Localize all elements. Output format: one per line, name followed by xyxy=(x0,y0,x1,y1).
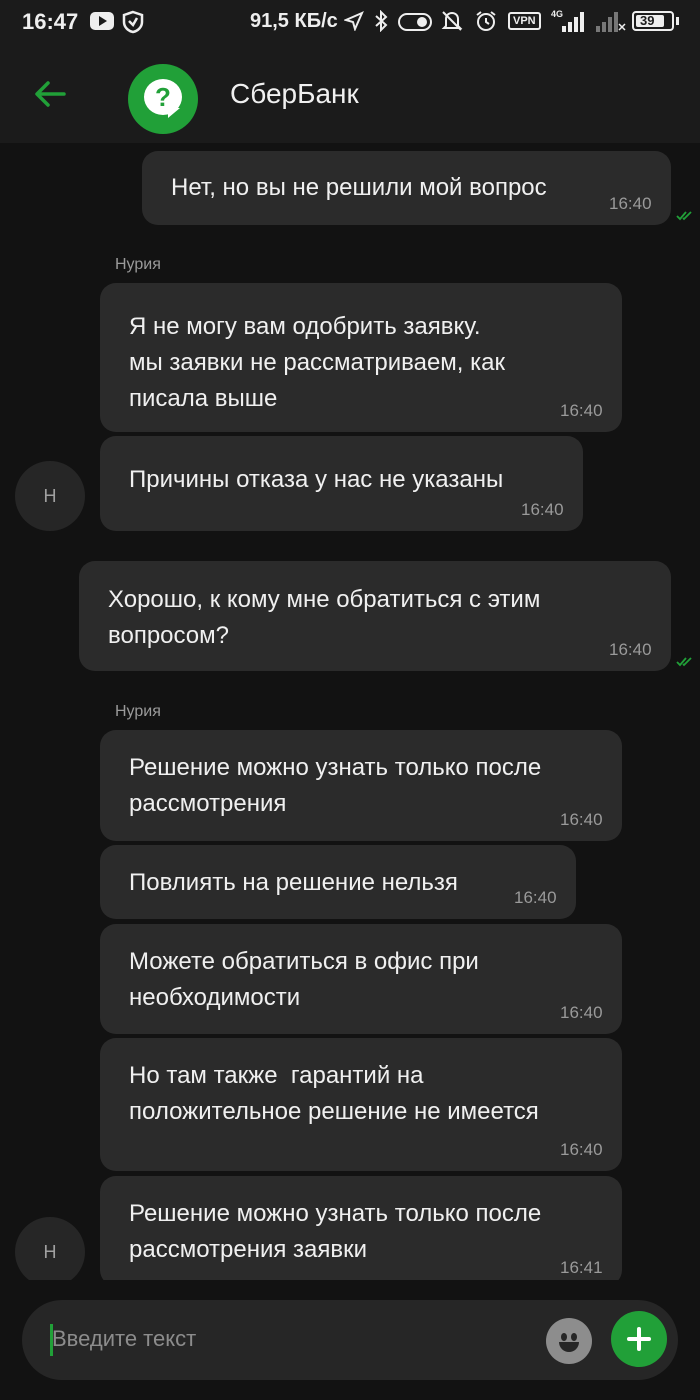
sberbank-logo-avatar[interactable]: ? xyxy=(128,64,198,134)
status-time: 16:47 xyxy=(22,9,79,34)
message-time: 16:40 xyxy=(560,401,603,420)
sender-name: Нурия xyxy=(115,256,161,273)
incoming-message[interactable]: Но там также гарантий на положительное р… xyxy=(100,1038,622,1171)
network-speed: 91,5 КБ/с xyxy=(250,10,338,32)
message-list[interactable]: Нет, но вы не решили мой вопрос 16:40 Ну… xyxy=(0,143,700,1280)
incoming-message[interactable]: Решение можно узнать только после рассмо… xyxy=(100,1176,622,1280)
chat-title[interactable]: СберБанк xyxy=(230,78,359,110)
battery-icon: 39 xyxy=(632,11,674,31)
youtube-icon xyxy=(90,12,114,30)
read-ticks-icon xyxy=(676,211,692,221)
vpn-badge: VPN xyxy=(508,12,541,30)
message-input-placeholder: Введите текст xyxy=(52,1326,197,1351)
incoming-message[interactable]: Решение можно узнать только после рассмо… xyxy=(100,730,622,841)
composer-bar: Введите текст xyxy=(0,1280,700,1400)
emoji-icon[interactable] xyxy=(546,1318,592,1364)
message-text: Повлиять на решение нельзя xyxy=(129,869,458,896)
signal-icon xyxy=(562,12,584,32)
shield-icon xyxy=(122,10,144,34)
add-attachment-button[interactable] xyxy=(611,1311,667,1367)
message-time: 16:40 xyxy=(521,500,564,519)
message-time: 16:40 xyxy=(560,810,603,829)
message-input[interactable]: Введите текст xyxy=(22,1300,678,1380)
message-time: 16:41 xyxy=(560,1258,603,1277)
bluetooth-icon xyxy=(375,10,388,32)
incoming-message[interactable]: Причины отказа у нас не указаны 16:40 xyxy=(100,436,583,531)
agent-avatar[interactable]: Н xyxy=(15,1217,85,1280)
message-time: 16:40 xyxy=(609,640,652,659)
message-text: Можете обратиться в офис при необходимос… xyxy=(129,948,479,1011)
incoming-message[interactable]: Я не могу вам одобрить заявку. мы заявки… xyxy=(100,283,622,432)
read-ticks-icon xyxy=(676,657,692,667)
back-arrow-icon[interactable] xyxy=(30,74,70,114)
message-text: Хорошо, к кому мне обратиться с этим воп… xyxy=(108,586,541,649)
message-text: Но там также гарантий на положительное р… xyxy=(129,1062,539,1125)
message-text: Я не могу вам одобрить заявку. мы заявки… xyxy=(129,313,506,412)
message-text: Нет, но вы не решили мой вопрос xyxy=(171,174,547,201)
agent-avatar[interactable]: Н xyxy=(15,461,85,531)
toggle-icon xyxy=(398,13,432,31)
message-time: 16:40 xyxy=(514,888,557,907)
message-time: 16:40 xyxy=(560,1140,603,1159)
message-text: Причины отказа у нас не указаны xyxy=(129,466,504,493)
message-time: 16:40 xyxy=(609,194,652,213)
chat-header: ? СберБанк xyxy=(0,44,700,143)
outgoing-message[interactable]: Нет, но вы не решили мой вопрос 16:40 xyxy=(142,151,671,225)
status-bar: 16:47 91,5 КБ/с VPN 4G 39 xyxy=(0,0,700,44)
outgoing-message[interactable]: Хорошо, к кому мне обратиться с этим воп… xyxy=(79,561,671,671)
question-mark-icon: ? xyxy=(155,82,171,112)
alarm-icon xyxy=(476,11,496,31)
signal-icon-2 xyxy=(596,12,626,32)
mute-icon xyxy=(441,11,463,31)
incoming-message[interactable]: Можете обратиться в офис при необходимос… xyxy=(100,924,622,1034)
sender-name: Нурия xyxy=(115,703,161,720)
battery-tip xyxy=(676,17,679,25)
battery-level: 39 xyxy=(640,13,655,28)
location-icon xyxy=(344,11,364,31)
message-text: Решение можно узнать только после рассмо… xyxy=(129,754,542,817)
message-time: 16:40 xyxy=(560,1003,603,1022)
message-text: Решение можно узнать только после рассмо… xyxy=(129,1200,542,1263)
incoming-message[interactable]: Повлиять на решение нельзя 16:40 xyxy=(100,845,576,919)
